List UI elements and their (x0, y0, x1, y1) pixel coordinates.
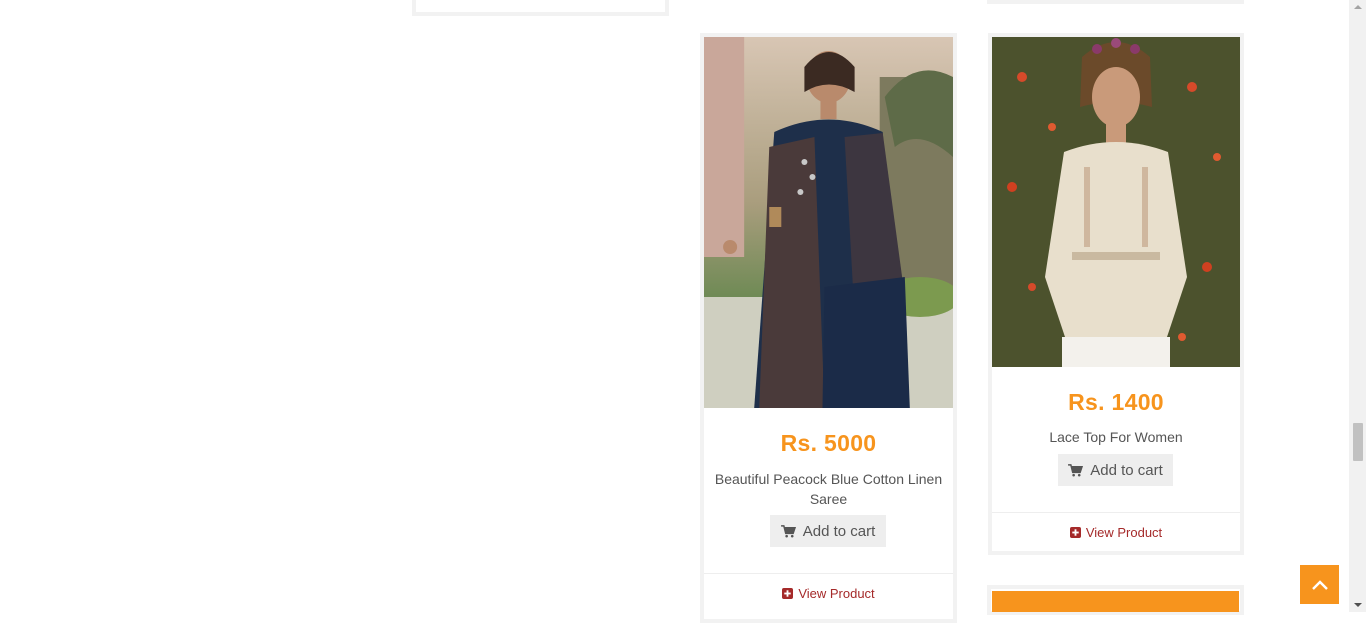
product-card-saree: Rs. 5000 Beautiful Peacock Blue Cotton L… (700, 33, 957, 623)
product-name[interactable]: Beautiful Peacock Blue Cotton Linen Sare… (712, 469, 945, 509)
triangle-up-icon (1353, 5, 1362, 9)
chevron-up-icon (1311, 579, 1328, 590)
view-product-label: View Product (1085, 524, 1163, 540)
product-price: Rs. 5000 (780, 430, 877, 456)
lace-top-photo (992, 37, 1240, 367)
plus-square-icon (782, 587, 794, 599)
vertical-scrollbar[interactable] (1349, 0, 1366, 612)
product-name[interactable]: Lace Top For Women (1000, 427, 1232, 447)
shopping-cart-icon (1068, 463, 1084, 476)
triangle-down-icon (1353, 603, 1362, 607)
back-to-top-button[interactable] (1300, 565, 1339, 604)
add-to-cart-button[interactable]: Add to cart (1058, 454, 1173, 486)
product-card-lace-top: Rs. 1400 Lace Top For Women Add to cart … (988, 33, 1244, 555)
card-divider (992, 512, 1240, 513)
product-card-header-bar (992, 591, 1239, 612)
add-to-cart-label: Add to cart (1090, 461, 1163, 479)
plus-square-icon (1069, 526, 1081, 538)
product-card-fragment-right (987, 0, 1244, 4)
product-image-saree[interactable] (704, 37, 953, 408)
view-product-label: View Product (798, 585, 875, 601)
view-product-link[interactable]: View Product (704, 585, 953, 601)
view-product-link[interactable]: View Product (992, 524, 1240, 540)
saree-photo (704, 37, 953, 408)
product-price: Rs. 1400 (1068, 389, 1164, 415)
shopping-cart-icon (780, 524, 796, 537)
scroll-up-arrow[interactable] (1349, 0, 1366, 14)
product-card-fragment-left (412, 0, 669, 16)
product-image-lace-top[interactable] (992, 37, 1240, 367)
card-divider (704, 573, 953, 574)
scroll-down-arrow[interactable] (1349, 598, 1366, 612)
add-to-cart-label: Add to cart (802, 522, 876, 540)
add-to-cart-button[interactable]: Add to cart (770, 515, 886, 547)
scroll-thumb[interactable] (1353, 423, 1363, 461)
